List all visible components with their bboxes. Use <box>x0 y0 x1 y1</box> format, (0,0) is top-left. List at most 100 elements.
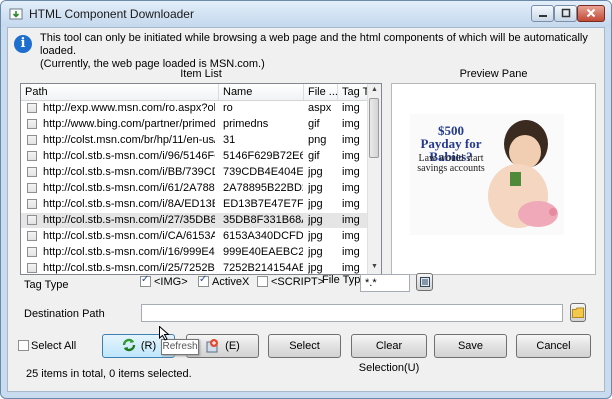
row-name: 35DB8F331B68A2... <box>223 214 303 226</box>
item-list-header: Path Name File ... Tag Ty <box>21 84 369 101</box>
row-tag-type: img <box>342 246 360 258</box>
script-checkbox[interactable] <box>257 276 268 287</box>
column-header-tag[interactable]: Tag Ty <box>338 84 369 100</box>
row-path: http://col.stb.s-msn.com/i/96/5146F629B7… <box>43 150 215 162</box>
row-checkbox[interactable] <box>27 215 37 225</box>
status-text: 25 items in total, 0 items selected. <box>26 368 192 380</box>
row-file-type: jpg <box>308 166 323 178</box>
item-list-title: Item List <box>180 68 222 80</box>
row-checkbox[interactable] <box>27 183 37 193</box>
row-checkbox[interactable] <box>27 247 37 257</box>
maximize-button[interactable] <box>554 5 577 22</box>
info-line-1: This tool can only be initiated while br… <box>40 32 588 57</box>
table-row[interactable]: http://col.stb.s-msn.com/i/CA/6153A340DC… <box>21 229 369 244</box>
row-path: http://col.stb.s-msn.com/i/16/999E40EAEB… <box>43 246 215 258</box>
table-row[interactable]: http://exp.www.msn.com/ro.aspx?obs=msn..… <box>21 101 369 116</box>
row-checkbox[interactable] <box>27 167 37 177</box>
column-header-file[interactable]: File ... <box>304 84 338 100</box>
row-tag-type: img <box>342 150 360 162</box>
minimize-button[interactable] <box>531 5 554 22</box>
activex-checkbox[interactable] <box>198 274 209 287</box>
row-name: 6153A340DCFDD3... <box>223 230 303 242</box>
export-icon <box>206 339 219 353</box>
scroll-up-icon[interactable]: ▲ <box>368 84 381 96</box>
destination-path-label: Destination Path <box>24 308 105 320</box>
row-path: http://col.stb.s-msn.com/i/27/35DB8F331B… <box>43 214 215 226</box>
info-message: This tool can only be initiated while br… <box>40 32 604 71</box>
row-path: http://www.bing.com/partner/primedns.gif <box>43 118 215 130</box>
row-path: http://col.stb.s-msn.com/i/61/2A78895B22… <box>43 182 215 194</box>
tag-type-label: Tag Type <box>24 279 69 291</box>
row-file-type: jpg <box>308 246 323 258</box>
browse-folder-button[interactable] <box>570 303 586 322</box>
select-all-label[interactable]: Select All <box>31 340 76 352</box>
img-label[interactable]: <IMG> <box>154 276 188 288</box>
row-name: ro <box>223 102 233 114</box>
close-button[interactable] <box>577 5 605 22</box>
scroll-thumb[interactable] <box>369 98 379 158</box>
table-row[interactable]: http://col.stb.s-msn.com/i/BB/739CDB4E40… <box>21 165 369 180</box>
app-window: HTML Component Downloader i This tool ca… <box>0 0 612 399</box>
export-button-label: (E) <box>225 340 240 352</box>
row-tag-type: img <box>342 134 360 146</box>
row-checkbox[interactable] <box>27 135 37 145</box>
row-tag-type: img <box>342 214 360 226</box>
preview-pane-title: Preview Pane <box>459 68 528 80</box>
list-picker-icon <box>419 277 430 287</box>
img-checkbox[interactable] <box>140 274 151 287</box>
table-row[interactable]: http://www.bing.com/partner/primedns.gif… <box>21 117 369 132</box>
table-row[interactable]: http://col.stb.s-msn.com/i/25/7252B21415… <box>21 261 369 274</box>
activex-label[interactable]: ActiveX <box>212 276 249 288</box>
row-file-type: jpg <box>308 230 323 242</box>
select-button[interactable]: Select <box>268 334 341 358</box>
row-checkbox[interactable] <box>27 103 37 113</box>
row-tag-type: img <box>342 118 360 130</box>
row-path: http://col.stb.s-msn.com/i/CA/6153A340DC… <box>43 230 215 242</box>
row-file-type: jpg <box>308 198 323 210</box>
app-icon <box>9 8 23 20</box>
row-checkbox[interactable] <box>27 151 37 161</box>
folder-icon <box>572 307 584 318</box>
row-tag-type: img <box>342 198 360 210</box>
table-row[interactable]: http://col.stb.s-msn.com/i/96/5146F629B7… <box>21 149 369 164</box>
row-checkbox[interactable] <box>27 119 37 129</box>
row-path: http://col.stb.s-msn.com/i/25/7252B21415… <box>43 262 215 274</box>
column-header-path[interactable]: Path <box>21 84 219 100</box>
refresh-tooltip: Refresh <box>161 339 199 355</box>
preview-pane: $500 Payday for Babies? Law would start … <box>391 83 596 275</box>
row-checkbox[interactable] <box>27 199 37 209</box>
select-all-checkbox[interactable] <box>18 340 29 351</box>
row-name: 2A78895B22BD2C... <box>223 182 303 194</box>
info-icon: i <box>14 35 32 53</box>
table-row[interactable]: http://col.stb.s-msn.com/i/16/999E40EAEB… <box>21 245 369 260</box>
row-checkbox[interactable] <box>27 231 37 241</box>
table-row[interactable]: http://col.stb.s-msn.com/i/8A/ED13B7E47E… <box>21 197 369 212</box>
row-name: 31 <box>223 134 236 146</box>
mouse-cursor-icon <box>159 326 170 341</box>
cancel-button[interactable]: Cancel <box>516 334 591 358</box>
title-bar[interactable]: HTML Component Downloader <box>1 1 611 27</box>
scroll-down-icon[interactable]: ▼ <box>368 261 381 273</box>
minimize-icon <box>538 15 547 17</box>
table-row[interactable]: http://col.stb.s-msn.com/i/61/2A78895B22… <box>21 181 369 196</box>
table-row[interactable]: http://col.stb.s-msn.com/i/27/35DB8F331B… <box>21 213 369 228</box>
column-header-name[interactable]: Name <box>219 84 304 100</box>
file-type-input[interactable]: *.* <box>360 274 410 292</box>
destination-path-input[interactable] <box>141 304 563 322</box>
clear-selection-button[interactable]: Clear Selection(U) <box>351 334 427 374</box>
row-file-type: png <box>308 134 327 146</box>
file-type-picker-button[interactable] <box>416 273 433 291</box>
row-name: 7252B214154ABD... <box>223 262 303 274</box>
item-list-scrollbar[interactable]: ▲ ▼ <box>367 84 381 274</box>
item-list[interactable]: Path Name File ... Tag Ty http://exp.www… <box>20 83 382 275</box>
row-file-type: gif <box>308 150 320 162</box>
save-button[interactable]: Save <box>434 334 507 358</box>
table-row[interactable]: http://colst.msn.com/br/hp/11/en-us/css/… <box>21 133 369 148</box>
row-path: http://col.stb.s-msn.com/i/8A/ED13B7E47E… <box>43 198 215 210</box>
row-file-type: aspx <box>308 102 332 114</box>
script-label[interactable]: <SCRIPT> <box>271 276 324 288</box>
row-file-type: gif <box>308 118 320 130</box>
row-tag-type: img <box>342 102 360 114</box>
row-name: 999E40EAEBC2AF... <box>223 246 303 258</box>
row-checkbox[interactable] <box>27 263 37 273</box>
